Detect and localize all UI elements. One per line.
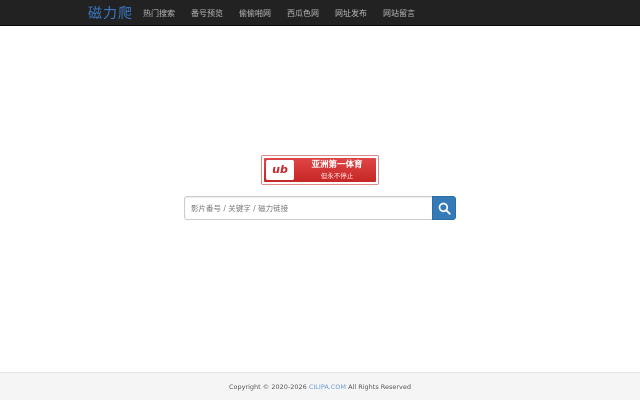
nav-item-hot-search: 热门搜索 [135,0,183,26]
top-navbar: 磁力爬 热门搜索 番号预览 偷偷啪网 西瓜色网 网址发布 网站留言 [0,0,640,26]
nav-link-guestbook[interactable]: 网站留言 [375,0,423,26]
nav-link-url-publish[interactable]: 网址发布 [327,0,375,26]
nav-item-guestbook: 网站留言 [375,0,423,26]
copyright-prefix: Copyright © 2020-2026 [228,383,309,391]
search-icon [438,202,451,215]
nav-link-preview[interactable]: 番号预览 [183,0,231,26]
nav-item-preview: 番号预览 [183,0,231,26]
site-logo[interactable]: 磁力爬 [88,3,133,23]
copyright-suffix: All Rights Reserved [346,383,412,391]
nav-link-toutoupa[interactable]: 偷偷啪网 [231,0,279,26]
ad-banner[interactable]: ub 亚洲第一体育 但永不停止 [261,155,379,185]
ad-banner-body: ub 亚洲第一体育 但永不停止 [264,158,376,182]
nav-item-toutoupa: 偷偷啪网 [231,0,279,26]
ad-logo: ub [266,160,294,180]
footer: Copyright © 2020-2026 CILIPA.COM All Rig… [0,372,640,400]
main-nav: 热门搜索 番号预览 偷偷啪网 西瓜色网 网址发布 网站留言 [135,0,423,26]
ad-subtitle: 但永不停止 [320,172,354,180]
nav-link-xigua[interactable]: 西瓜色网 [279,0,327,26]
ad-title: 亚洲第一体育 [311,160,363,170]
search-form [184,196,456,220]
footer-site-link[interactable]: CILIPA.COM [309,383,346,391]
nav-item-url-publish: 网址发布 [327,0,375,26]
nav-link-hot-search[interactable]: 热门搜索 [135,0,183,26]
search-input[interactable] [184,196,432,220]
search-button[interactable] [432,196,456,220]
nav-item-xigua: 西瓜色网 [279,0,327,26]
